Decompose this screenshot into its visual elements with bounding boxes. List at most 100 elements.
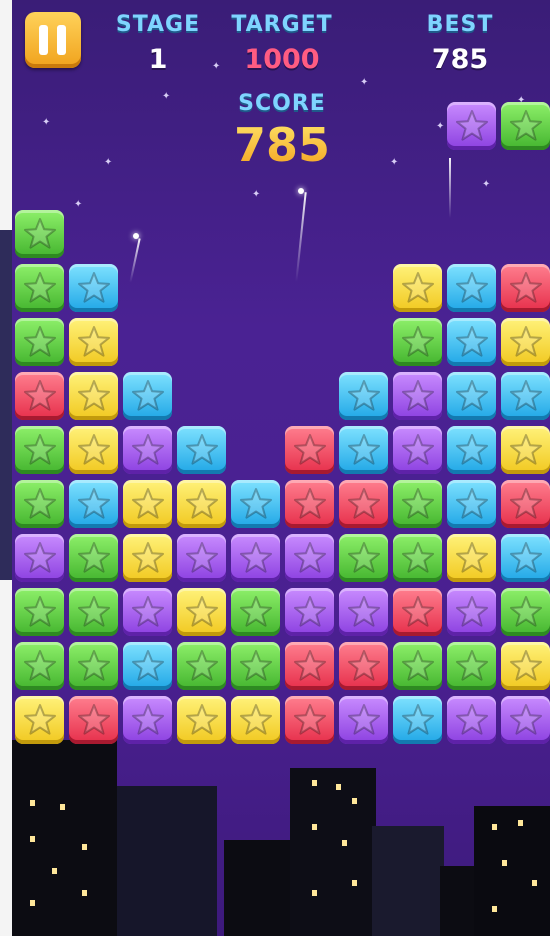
- star-tile-green[interactable]: [15, 642, 64, 690]
- star-tile-green[interactable]: [339, 534, 388, 582]
- star-icon: [455, 704, 488, 735]
- star-tile-blue[interactable]: [501, 372, 550, 420]
- star-tile-purple[interactable]: [339, 588, 388, 636]
- star-tile-purple[interactable]: [501, 696, 550, 744]
- star-tile-blue[interactable]: [447, 264, 496, 312]
- star-tile-red[interactable]: [501, 480, 550, 528]
- star-tile-green[interactable]: [15, 264, 64, 312]
- star-tile-purple[interactable]: [15, 534, 64, 582]
- star-tile-blue[interactable]: [177, 426, 226, 474]
- star-icon: [77, 704, 110, 735]
- star-icon: [293, 596, 326, 627]
- star-icon: [455, 650, 488, 681]
- star-tile-blue[interactable]: [339, 426, 388, 474]
- star-icon: [455, 272, 488, 303]
- star-tile-red[interactable]: [501, 264, 550, 312]
- star-tile-red[interactable]: [69, 696, 118, 744]
- star-tile-purple[interactable]: [393, 372, 442, 420]
- star-tile-red[interactable]: [393, 588, 442, 636]
- star-tile-purple[interactable]: [339, 696, 388, 744]
- star-tile-blue[interactable]: [501, 534, 550, 582]
- star-tile-green[interactable]: [15, 588, 64, 636]
- star-tile-blue[interactable]: [231, 480, 280, 528]
- star-icon: [23, 380, 56, 411]
- star-icon: [509, 380, 542, 411]
- star-tile-green[interactable]: [177, 642, 226, 690]
- star-tile-green[interactable]: [69, 534, 118, 582]
- star-tile-red[interactable]: [285, 426, 334, 474]
- star-tile-blue[interactable]: [339, 372, 388, 420]
- star-tile-blue[interactable]: [447, 318, 496, 366]
- star-tile-blue[interactable]: [123, 642, 172, 690]
- star-icon: [401, 326, 434, 357]
- star-tile-green[interactable]: [15, 318, 64, 366]
- star-tile-green[interactable]: [393, 534, 442, 582]
- star-tile-green[interactable]: [15, 210, 64, 258]
- star-icon: [131, 704, 164, 735]
- star-icon: [401, 488, 434, 519]
- star-tile-yellow[interactable]: [15, 696, 64, 744]
- star-tile-red[interactable]: [15, 372, 64, 420]
- star-tile-green[interactable]: [15, 480, 64, 528]
- star-icon: [455, 380, 488, 411]
- star-icon: [23, 650, 56, 681]
- star-tile-red[interactable]: [339, 642, 388, 690]
- star-icon: [77, 596, 110, 627]
- star-tile-blue[interactable]: [447, 426, 496, 474]
- star-tile-purple[interactable]: [285, 534, 334, 582]
- star-tile-purple[interactable]: [123, 588, 172, 636]
- star-tile-purple[interactable]: [123, 426, 172, 474]
- star-tile-yellow[interactable]: [447, 534, 496, 582]
- star-tile-blue[interactable]: [447, 480, 496, 528]
- star-tile-yellow[interactable]: [231, 696, 280, 744]
- star-tile-blue[interactable]: [69, 480, 118, 528]
- star-tile-green[interactable]: [501, 102, 550, 150]
- star-tile-purple[interactable]: [231, 534, 280, 582]
- star-tile-purple[interactable]: [447, 696, 496, 744]
- star-tile-green[interactable]: [393, 642, 442, 690]
- star-tile-yellow[interactable]: [177, 480, 226, 528]
- star-tile-blue[interactable]: [393, 696, 442, 744]
- star-tile-green[interactable]: [501, 588, 550, 636]
- star-icon: [239, 650, 272, 681]
- star-tile-yellow[interactable]: [177, 696, 226, 744]
- star-tile-yellow[interactable]: [393, 264, 442, 312]
- star-tile-green[interactable]: [231, 642, 280, 690]
- star-tile-red[interactable]: [285, 642, 334, 690]
- star-icon: [293, 488, 326, 519]
- star-icon: [509, 704, 542, 735]
- star-tile-green[interactable]: [393, 318, 442, 366]
- star-tile-green[interactable]: [231, 588, 280, 636]
- star-tile-yellow[interactable]: [69, 318, 118, 366]
- star-icon: [401, 704, 434, 735]
- star-tile-purple[interactable]: [393, 426, 442, 474]
- star-tile-blue[interactable]: [69, 264, 118, 312]
- star-tile-purple[interactable]: [177, 534, 226, 582]
- star-icon: [239, 488, 272, 519]
- star-tile-purple[interactable]: [447, 588, 496, 636]
- star-tile-yellow[interactable]: [69, 426, 118, 474]
- star-tile-yellow[interactable]: [501, 642, 550, 690]
- star-tile-blue[interactable]: [123, 372, 172, 420]
- star-tile-green[interactable]: [15, 426, 64, 474]
- star-icon: [23, 704, 56, 735]
- star-tile-yellow[interactable]: [501, 426, 550, 474]
- star-icon: [509, 326, 542, 357]
- star-tile-blue[interactable]: [447, 372, 496, 420]
- star-tile-red[interactable]: [339, 480, 388, 528]
- star-tile-yellow[interactable]: [123, 534, 172, 582]
- star-tile-red[interactable]: [285, 696, 334, 744]
- star-tile-green[interactable]: [447, 642, 496, 690]
- star-tile-green[interactable]: [393, 480, 442, 528]
- star-tile-purple[interactable]: [285, 588, 334, 636]
- star-tile-red[interactable]: [285, 480, 334, 528]
- star-tile-green[interactable]: [69, 642, 118, 690]
- star-icon: [293, 704, 326, 735]
- star-tile-purple[interactable]: [123, 696, 172, 744]
- star-tile-yellow[interactable]: [501, 318, 550, 366]
- star-tile-yellow[interactable]: [177, 588, 226, 636]
- star-tile-yellow[interactable]: [123, 480, 172, 528]
- star-tile-purple[interactable]: [447, 102, 496, 150]
- star-tile-green[interactable]: [69, 588, 118, 636]
- star-tile-yellow[interactable]: [69, 372, 118, 420]
